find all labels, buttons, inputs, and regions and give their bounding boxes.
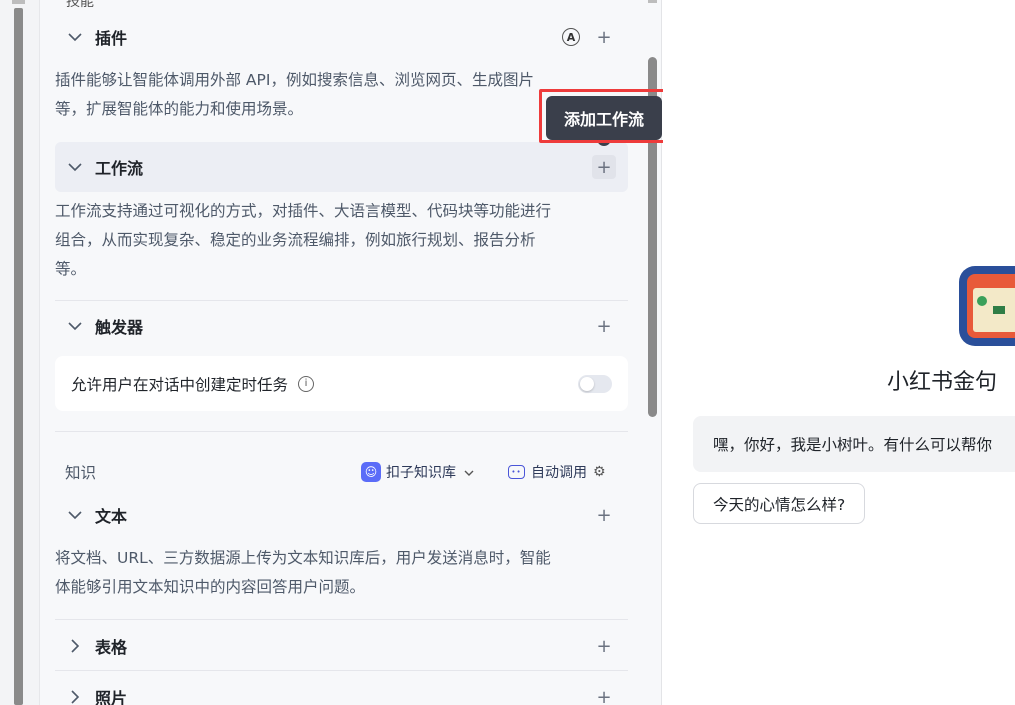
text-desc-line: 体能够引用文本知识中的内容回答用户问题。 <box>55 578 366 596</box>
plugins-header[interactable]: 插件 A + <box>55 13 628 61</box>
auto-call-label: 自动调用 <box>531 465 587 481</box>
divider <box>55 670 628 671</box>
bot-avatar <box>959 266 1015 346</box>
trigger-title: 触发器 <box>95 318 144 337</box>
knowledge-row: 知识 ☺ 扣子知识库 •• 自动调用 ⚙ <box>55 456 628 488</box>
bot-name: 小红书金句 <box>887 370 998 395</box>
coze-knowledge-icon: ☺ <box>361 462 381 482</box>
divider <box>55 431 628 432</box>
add-table-button[interactable]: + <box>592 634 616 658</box>
workflow-desc-line: 工作流支持通过可视化的方式，对插件、大语言模型、代码块等功能进行 <box>55 202 552 220</box>
left-scrollbar[interactable] <box>14 8 23 705</box>
chevron-right-icon[interactable] <box>65 690 85 704</box>
photo-header[interactable]: 照片 + <box>55 673 628 705</box>
text-description: 将文档、URL、三方数据源上传为文本知识库后，用户发送消息时，智能 体能够引用文… <box>55 544 625 602</box>
left-rail <box>0 0 40 705</box>
chevron-down-icon[interactable] <box>65 162 85 172</box>
table-header[interactable]: 表格 + <box>55 622 628 670</box>
photo-title: 照片 <box>95 689 128 705</box>
add-workflow-button[interactable]: + <box>592 155 616 179</box>
workflow-title: 工作流 <box>95 159 144 178</box>
rail-top-mark <box>12 0 25 4</box>
chevron-down-icon[interactable] <box>65 510 85 520</box>
divider <box>55 300 628 301</box>
workflow-header[interactable]: 工作流 + <box>55 142 628 192</box>
highlight-box <box>539 89 674 143</box>
workflow-description: 工作流支持通过可视化的方式，对插件、大语言模型、代码块等功能进行 组合，从而实现… <box>55 197 625 284</box>
auto-call-setting[interactable]: •• 自动调用 ⚙ <box>508 462 606 482</box>
suggested-question-button[interactable]: 今天的心情怎么样? <box>693 483 866 524</box>
divider <box>55 619 628 620</box>
chevron-down-icon <box>464 466 474 479</box>
info-icon[interactable]: i <box>298 375 315 392</box>
scheduled-task-toggle[interactable] <box>578 374 612 393</box>
knowledge-source-label: 扣子知识库 <box>386 465 456 481</box>
knowledge-source-select[interactable]: ☺ 扣子知识库 <box>361 462 474 482</box>
avatar-art-plant <box>993 306 1005 314</box>
add-plugin-button[interactable]: + <box>592 25 616 49</box>
greeting-message: 嘿，你好，我是小树叶。有什么可以帮你 <box>693 416 1015 472</box>
scheduled-task-label: 允许用户在对话中创建定时任务 <box>71 375 289 394</box>
add-text-button[interactable]: + <box>592 503 616 527</box>
text-desc-line: 将文档、URL、三方数据源上传为文本知识库后，用户发送消息时，智能 <box>55 549 551 567</box>
add-photo-button[interactable]: + <box>592 685 616 705</box>
table-title: 表格 <box>95 638 128 657</box>
text-header[interactable]: 文本 + <box>55 491 628 539</box>
toggle-knob <box>580 376 594 391</box>
workflow-desc-line: 等。 <box>55 260 87 278</box>
text-title: 文本 <box>95 507 128 526</box>
plugins-title: 插件 <box>95 29 128 48</box>
scheduled-task-option: 允许用户在对话中创建定时任务 i <box>55 356 628 411</box>
gear-icon[interactable]: ⚙ <box>593 464 606 480</box>
avatar-art-plant <box>977 296 987 306</box>
knowledge-title: 知识 <box>65 464 97 482</box>
chevron-right-icon[interactable] <box>65 639 85 653</box>
chevron-down-icon[interactable] <box>65 32 85 42</box>
panel-scrollbar-top <box>648 0 657 3</box>
robot-icon: •• <box>508 465 525 479</box>
workflow-desc-line: 组合，从而实现复杂、稳定的业务流程编排，例如旅行规划、报告分析 <box>55 231 536 249</box>
trigger-header[interactable]: 触发器 + <box>55 302 628 350</box>
auto-plugin-icon[interactable]: A <box>562 28 580 46</box>
chevron-down-icon[interactable] <box>65 321 85 331</box>
chat-preview: 小红书金句 嘿，你好，我是小树叶。有什么可以帮你 今天的心情怎么样? <box>663 0 1015 705</box>
skills-heading: 技能 <box>66 0 94 10</box>
add-trigger-button[interactable]: + <box>592 314 616 338</box>
